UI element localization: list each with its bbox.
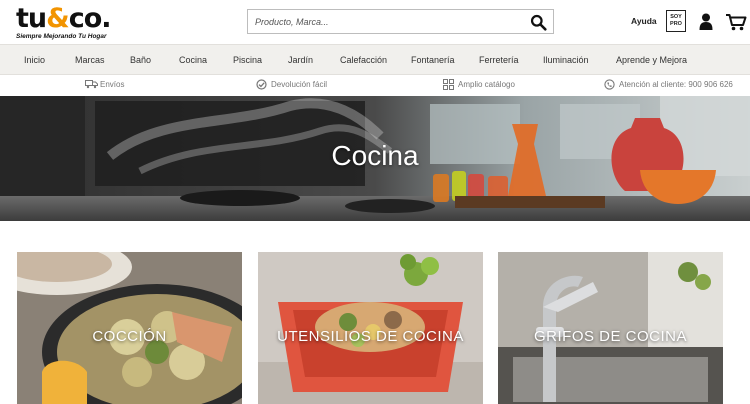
user-icon[interactable] bbox=[699, 13, 713, 30]
site-header: tu&co. Siempre Mejorando Tu Hogar Ayuda … bbox=[0, 0, 750, 44]
logo[interactable]: tu&co. Siempre Mejorando Tu Hogar bbox=[16, 3, 112, 40]
soy-pro-button[interactable]: SOY PRO bbox=[666, 10, 686, 32]
nav-item-jardin[interactable]: Jardín bbox=[288, 55, 313, 65]
nav-item-iluminacion[interactable]: Iluminación bbox=[543, 55, 589, 65]
category-card-coccion[interactable]: COCCIÓN bbox=[17, 252, 242, 404]
hero-title: Cocina bbox=[331, 140, 419, 171]
help-link[interactable]: Ayuda bbox=[631, 16, 657, 26]
benefits-bar: Envíos Devolución fácil Amplio catálogo … bbox=[0, 75, 750, 96]
search-box bbox=[247, 9, 554, 34]
hero-banner: Cocina bbox=[0, 96, 750, 221]
category-label-utensilios: UTENSILIOS DE COCINA bbox=[277, 328, 464, 345]
soy-pro-line2: PRO bbox=[670, 20, 682, 27]
main-nav: Inicio Marcas Baño Cocina Piscina Jardín… bbox=[0, 44, 750, 75]
nav-item-fontaneria[interactable]: Fontanería bbox=[411, 55, 455, 65]
category-label-coccion: COCCIÓN bbox=[92, 328, 167, 345]
search-input[interactable] bbox=[248, 10, 518, 33]
search-icon[interactable] bbox=[530, 14, 547, 31]
nav-item-bano[interactable]: Baño bbox=[130, 55, 151, 65]
logo-mark: tu&co. bbox=[16, 3, 111, 34]
category-card-grifos[interactable]: GRIFOS DE COCINA bbox=[498, 252, 723, 404]
nav-item-ferreteria[interactable]: Ferretería bbox=[479, 55, 519, 65]
nav-item-cocina[interactable]: Cocina bbox=[179, 55, 207, 65]
benefit-envios: Envíos bbox=[85, 80, 124, 89]
nav-item-piscina[interactable]: Piscina bbox=[233, 55, 262, 65]
nav-item-inicio[interactable]: Inicio bbox=[24, 55, 45, 65]
category-grid: COCCIÓN UTENSILIOS DE COCINA GRIFOS DE C… bbox=[0, 221, 750, 404]
benefit-catalogo: Amplio catálogo bbox=[443, 79, 515, 90]
category-card-utensilios[interactable]: UTENSILIOS DE COCINA bbox=[258, 252, 483, 404]
benefit-atencion[interactable]: Atención al cliente: 900 906 626 bbox=[604, 79, 733, 90]
nav-item-aprende-y-mejora[interactable]: Aprende y Mejora bbox=[616, 55, 687, 65]
category-label-grifos: GRIFOS DE COCINA bbox=[533, 328, 687, 345]
grid-icon bbox=[443, 79, 454, 90]
logo-tagline: Siempre Mejorando Tu Hogar bbox=[16, 33, 107, 40]
phone-icon bbox=[604, 79, 615, 90]
nav-item-marcas[interactable]: Marcas bbox=[75, 55, 105, 65]
benefit-devolucion: Devolución fácil bbox=[256, 79, 327, 90]
truck-icon bbox=[85, 80, 98, 89]
nav-item-calefaccion[interactable]: Calefacción bbox=[340, 55, 387, 65]
cart-icon[interactable] bbox=[725, 13, 747, 31]
check-badge-icon bbox=[256, 79, 267, 90]
